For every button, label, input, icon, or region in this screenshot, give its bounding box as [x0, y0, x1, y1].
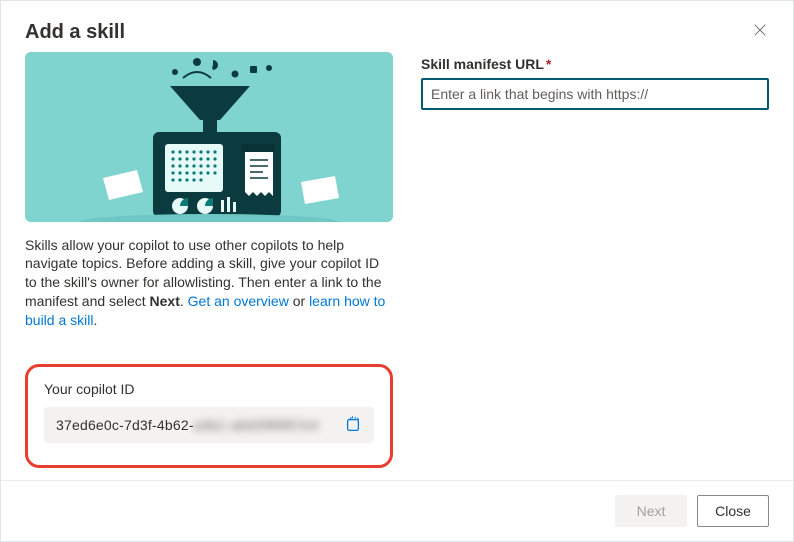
manifest-url-label: Skill manifest URL*	[421, 56, 769, 72]
copilot-id-panel: Your copilot ID 37ed6e0c-7d3f-4b62-a3b1-…	[25, 364, 393, 468]
close-button[interactable]: Close	[697, 495, 769, 527]
next-button[interactable]: Next	[615, 495, 687, 527]
overview-link[interactable]: Get an overview	[188, 293, 289, 309]
copy-icon[interactable]	[344, 416, 362, 434]
skill-illustration	[25, 52, 393, 222]
close-icon[interactable]	[751, 21, 769, 39]
copilot-id-row: 37ed6e0c-7d3f-4b62-a3b1-a8d39f6f87e4	[44, 407, 374, 443]
copilot-id-label: Your copilot ID	[44, 381, 374, 397]
intro-paragraph: Skills allow your copilot to use other c…	[25, 236, 393, 330]
copilot-id-value: 37ed6e0c-7d3f-4b62-a3b1-a8d39f6f87e4	[56, 417, 319, 433]
manifest-url-input[interactable]	[421, 78, 769, 110]
dialog-title: Add a skill	[25, 21, 125, 44]
